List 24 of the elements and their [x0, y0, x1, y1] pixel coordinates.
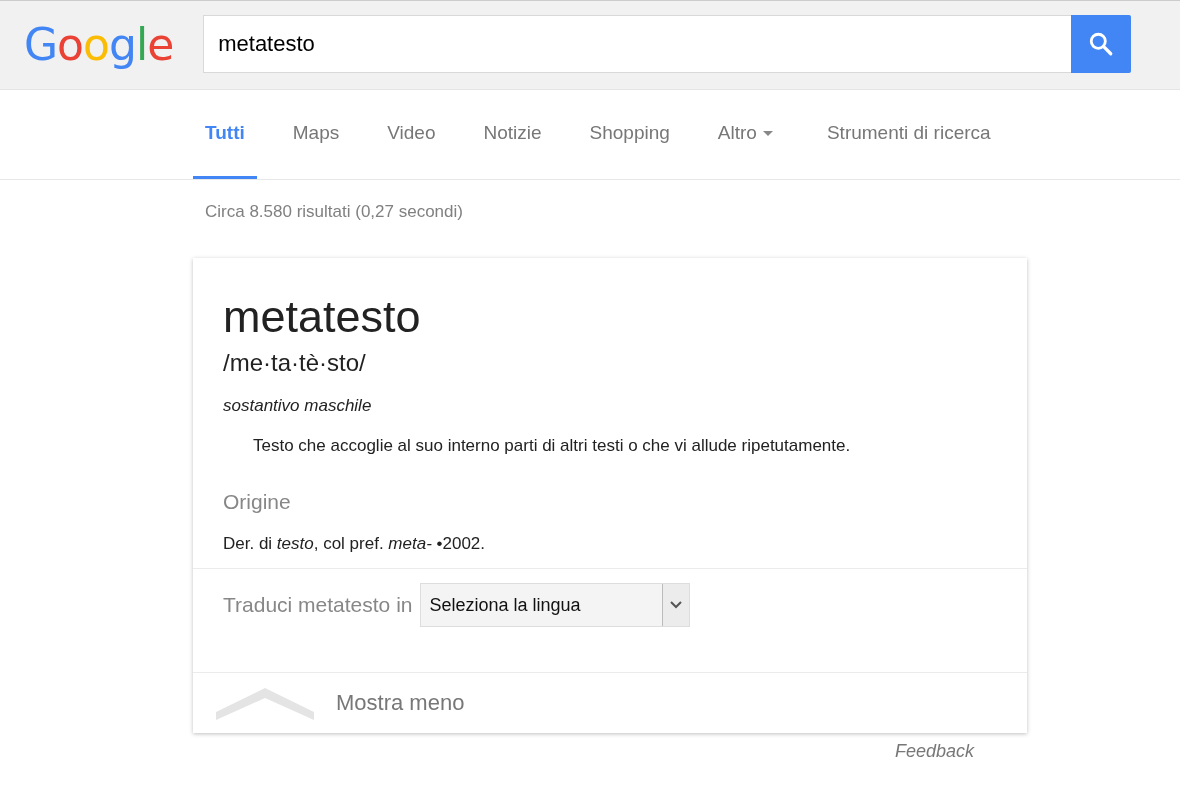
tab[interactable]: Strumenti di ricerca [814, 90, 1003, 179]
search-field[interactable]: metatesto [203, 15, 1072, 73]
definition-text: Testo che accoglie al suo interno parti di altri testi o che vi allude ripetutamente. [253, 436, 852, 456]
translate-label: Traduci metatesto in [223, 593, 413, 617]
show-less-link[interactable]: Mostra meno [336, 690, 465, 716]
tab[interactable]: Maps [280, 90, 352, 179]
tab[interactable]: Notizie [471, 90, 554, 179]
tab[interactable]: Shopping [577, 90, 682, 179]
pronunciation: /me·ta·tè·sto/ [223, 348, 367, 378]
feedback-link[interactable]: Feedback [894, 741, 974, 762]
tab[interactable]: Video [375, 90, 448, 179]
google-logo[interactable]: Google [24, 15, 178, 75]
result-stats: Circa 8.580 risultati (0,27 secondi) [204, 201, 464, 223]
origin-heading: Origine [223, 490, 292, 514]
origin-text: Der. di testo, col pref. meta- •2002. [223, 534, 487, 554]
search-button[interactable] [1071, 15, 1132, 73]
headword: metatesto [223, 290, 422, 344]
caret-icon [762, 131, 773, 137]
tab[interactable]: Altro [705, 90, 785, 179]
part-of-speech: sostantivo maschile [223, 396, 373, 416]
language-select[interactable]: Seleziona la lingua [420, 583, 691, 627]
chevron-down-icon [670, 601, 683, 609]
tab[interactable]: Tutti [193, 90, 257, 179]
search-icon [1088, 31, 1115, 57]
